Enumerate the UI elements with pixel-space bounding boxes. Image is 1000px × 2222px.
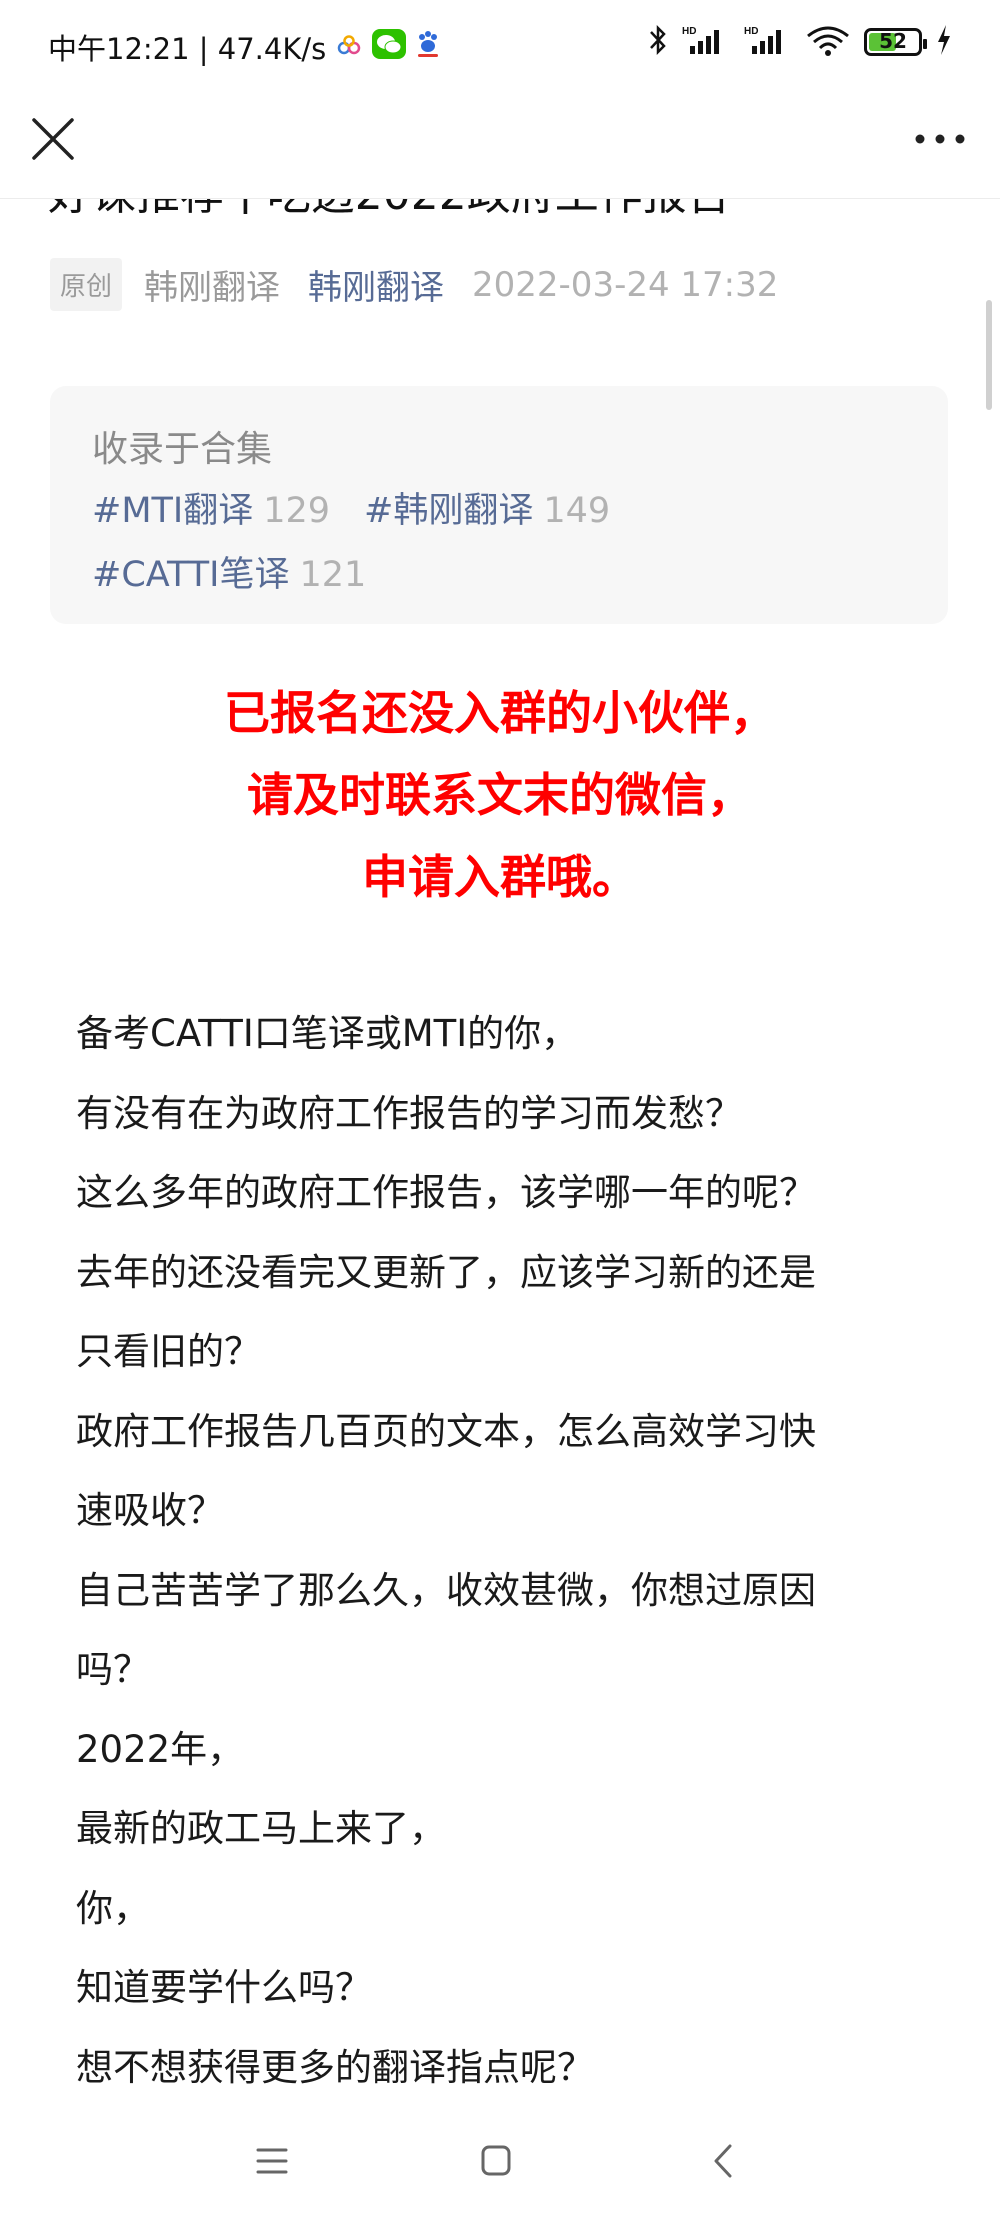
tag-mti[interactable]: #MTI翻译 129 <box>92 482 330 533</box>
signal-hd-icon: HD <box>682 24 730 60</box>
author-name: 韩刚翻译 <box>144 268 281 308</box>
body-line: 有没有在为政府工作报告的学习而发愁？ <box>76 1091 742 1135</box>
network-app-icon <box>336 30 362 64</box>
collection-box: 收录于合集 #MTI翻译 129 #韩刚翻译 149 #CATTI笔译 121 <box>50 386 948 624</box>
collection-title: 收录于合集 <box>92 429 273 470</box>
body-line: 速吸收？ <box>76 1489 224 1532</box>
publish-time: 2022-03-24 17:32 <box>472 264 779 305</box>
tags-row-1: #MTI翻译 129 #韩刚翻译 149 <box>92 482 610 533</box>
tag-name: #MTI翻译 <box>92 491 254 531</box>
tag-count: 121 <box>299 555 367 595</box>
close-button[interactable] <box>26 112 80 166</box>
tag-name: #韩刚翻译 <box>364 491 534 531</box>
close-icon <box>32 118 74 160</box>
body-line: 去年的还没看完又更新了，应该学习新的还是 <box>76 1250 816 1294</box>
body-line: 政府工作报告几百页的文本，怎么高效学习快 <box>76 1409 816 1453</box>
back-button[interactable] <box>694 2136 754 2186</box>
body-line: 2022年， <box>76 1727 245 1771</box>
home-square-icon <box>481 2145 511 2176</box>
status-right: HD HD 52 <box>648 24 952 60</box>
status-time-speed: 中午12:21 | 47.4K/s <box>48 32 327 66</box>
signal-hd-icon-2: HD <box>744 24 792 60</box>
wifi-icon <box>806 24 850 60</box>
baidu-paw-icon <box>416 30 440 65</box>
red-notice: 已报名还没入群的小伙伴， 请及时联系文末的微信， 申请入群哦。 <box>0 672 1000 918</box>
body-line: 知道要学什么吗？ <box>76 1966 372 2009</box>
battery-icon: 52 <box>864 28 927 56</box>
battery-tip <box>923 39 927 49</box>
status-bar: 中午12:21 | 47.4K/s HD HD 52 <box>0 0 1000 92</box>
notice-line: 已报名还没入群的小伙伴， <box>224 686 776 740</box>
menu-icon <box>256 2148 288 2174</box>
article-meta: 原创 韩刚翻译 韩刚翻译 2022-03-24 17:32 <box>50 258 778 311</box>
bluetooth-icon <box>648 24 668 60</box>
body-line: 自己苦苦学了那么久，收效甚微，你想过原因 <box>76 1568 816 1612</box>
more-button[interactable] <box>910 114 970 164</box>
menu-button[interactable] <box>242 2136 302 2186</box>
scrollbar-thumb[interactable] <box>986 300 992 410</box>
tag-count: 129 <box>263 491 331 531</box>
body-line: 最新的政工马上来了， <box>76 1807 446 1850</box>
svg-text:HD: HD <box>682 26 696 37</box>
tag-catti[interactable]: #CATTI笔译 121 <box>92 546 366 597</box>
account-link[interactable]: 韩刚翻译 <box>308 260 444 309</box>
system-nav-bar <box>0 2106 1000 2222</box>
body-line: 你， <box>76 1886 150 1930</box>
tags-row-2: #CATTI笔译 121 <box>92 546 366 597</box>
body-line: 这么多年的政府工作报告，该学哪一年的呢？ <box>76 1171 816 1214</box>
charging-bolt-icon <box>936 25 952 59</box>
article-body: 备考CATTI口笔译或MTI的你， 有没有在为政府工作报告的学习而发愁？ 这么多… <box>76 994 956 2107</box>
top-nav-bar <box>0 92 1000 199</box>
body-line: 备考CATTI口笔译或MTI的你， <box>76 1012 579 1055</box>
status-left: 中午12:21 | 47.4K/s <box>48 26 440 68</box>
svg-text:HD: HD <box>744 26 758 37</box>
battery-level: 52 <box>879 29 907 53</box>
body-line: 想不想获得更多的翻译指点呢？ <box>76 2045 594 2089</box>
notice-line: 申请入群哦。 <box>362 850 638 904</box>
tag-hangang[interactable]: #韩刚翻译 149 <box>364 482 610 533</box>
original-badge: 原创 <box>50 258 123 311</box>
home-button[interactable] <box>466 2136 526 2186</box>
notice-line: 请及时联系文末的微信， <box>247 768 753 822</box>
wechat-icon <box>372 28 407 66</box>
more-dots-icon <box>915 134 965 144</box>
back-chevron-icon <box>714 2144 732 2178</box>
tag-name: #CATTI笔译 <box>92 555 290 595</box>
tag-count: 149 <box>543 491 611 531</box>
body-line: 吗？ <box>76 1648 150 1691</box>
body-line: 只看旧的？ <box>76 1330 261 1373</box>
